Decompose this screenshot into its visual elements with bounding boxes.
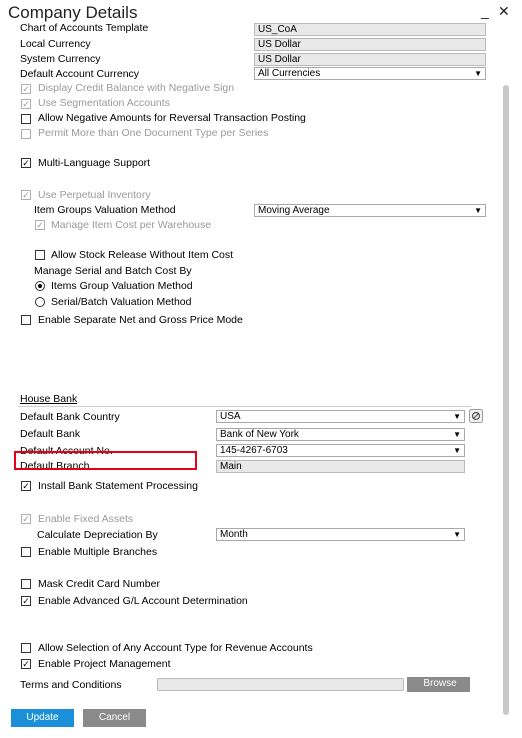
- bank-country-label: Default Bank Country: [20, 411, 120, 423]
- default-bank-select[interactable]: Bank of New York ▼: [216, 428, 465, 441]
- install-statement-label: Install Bank Statement Processing: [38, 480, 198, 492]
- coa-template-field: US_CoA: [254, 23, 486, 36]
- vertical-scrollbar[interactable]: [503, 85, 509, 715]
- items-group-radio-label: Items Group Valuation Method: [51, 280, 193, 292]
- account-no-select[interactable]: 145-4267-6703 ▼: [216, 444, 465, 457]
- chevron-down-icon: ▼: [474, 206, 482, 215]
- coa-template-label: Chart of Accounts Template: [20, 22, 149, 34]
- default-bank-value: Bank of New York: [220, 429, 299, 440]
- system-currency-label: System Currency: [20, 53, 101, 65]
- project-mgmt-label: Enable Project Management: [38, 658, 171, 670]
- window-title: Company Details: [8, 3, 138, 22]
- depreciation-select[interactable]: Month ▼: [216, 528, 465, 541]
- serial-batch-cost-label: Manage Serial and Batch Cost By: [34, 265, 192, 277]
- terms-label: Terms and Conditions: [20, 679, 122, 691]
- mask-cc-label: Mask Credit Card Number: [38, 578, 160, 590]
- allow-stock-release-label: Allow Stock Release Without Item Cost: [51, 249, 234, 261]
- use-segmentation-label: Use Segmentation Accounts: [38, 97, 170, 109]
- valuation-method-select[interactable]: Moving Average ▼: [254, 204, 486, 217]
- update-button[interactable]: Update: [11, 709, 74, 727]
- default-branch-field: Main: [216, 460, 465, 473]
- highlight-box: [14, 451, 197, 470]
- local-currency-field: US Dollar: [254, 38, 486, 51]
- bank-country-value: USA: [220, 411, 241, 422]
- mask-cc-checkbox[interactable]: [21, 579, 31, 589]
- terms-field[interactable]: [157, 678, 404, 691]
- allow-negative-amounts-label: Allow Negative Amounts for Reversal Tran…: [38, 112, 306, 124]
- valuation-method-label: Item Groups Valuation Method: [34, 204, 176, 216]
- perpetual-inventory-checkbox[interactable]: ✓: [21, 190, 31, 200]
- chevron-down-icon: ▼: [453, 530, 461, 539]
- bank-country-select[interactable]: USA ▼: [216, 410, 465, 423]
- manage-cost-per-wh-checkbox[interactable]: ✓: [35, 220, 45, 230]
- items-group-radio[interactable]: [35, 281, 45, 291]
- system-currency-field: US Dollar: [254, 53, 486, 66]
- default-bank-label: Default Bank: [20, 428, 81, 440]
- revenue-accounts-label: Allow Selection of Any Account Type for …: [38, 642, 313, 654]
- use-segmentation-checkbox[interactable]: ✓: [21, 99, 31, 109]
- default-account-currency-value: All Currencies: [258, 68, 321, 79]
- fixed-assets-label: Enable Fixed Assets: [38, 513, 134, 525]
- allow-stock-release-checkbox[interactable]: [35, 250, 45, 260]
- section-divider: [18, 406, 471, 407]
- project-mgmt-checkbox[interactable]: ✓: [21, 659, 31, 669]
- separate-net-gross-label: Enable Separate Net and Gross Price Mode: [38, 314, 243, 326]
- depreciation-label: Calculate Depreciation By: [37, 529, 158, 541]
- multiple-branches-checkbox[interactable]: [21, 547, 31, 557]
- multiple-branches-label: Enable Multiple Branches: [38, 546, 158, 558]
- display-credit-balance-checkbox[interactable]: ✓: [21, 84, 31, 94]
- local-currency-label: Local Currency: [20, 38, 91, 50]
- separate-net-gross-checkbox[interactable]: [21, 315, 31, 325]
- default-account-currency-select[interactable]: All Currencies ▼: [254, 67, 486, 80]
- install-statement-checkbox[interactable]: ✓: [21, 481, 31, 491]
- display-credit-balance-label: Display Credit Balance with Negative Sig…: [38, 82, 235, 94]
- perpetual-inventory-label: Use Perpetual Inventory: [38, 189, 151, 201]
- manage-cost-per-wh-label: Manage Item Cost per Warehouse: [51, 219, 212, 231]
- link-icon[interactable]: [469, 409, 483, 423]
- browse-button[interactable]: Browse: [407, 677, 470, 692]
- advanced-gl-label: Enable Advanced G/L Account Determinatio…: [38, 595, 248, 607]
- multi-language-checkbox[interactable]: ✓: [21, 158, 31, 168]
- chevron-down-icon: ▼: [474, 69, 482, 78]
- radio-selected-dot: [38, 284, 42, 288]
- serial-batch-radio-label: Serial/Batch Valuation Method: [51, 296, 192, 308]
- permit-doc-types-checkbox[interactable]: [21, 129, 31, 139]
- minimize-button[interactable]: _: [481, 3, 489, 19]
- depreciation-value: Month: [220, 529, 248, 540]
- allow-negative-amounts-checkbox[interactable]: [21, 114, 31, 124]
- multi-language-label: Multi-Language Support: [38, 157, 151, 169]
- account-no-value: 145-4267-6703: [220, 445, 288, 456]
- close-icon[interactable]: ✕: [498, 3, 510, 20]
- revenue-accounts-checkbox[interactable]: [21, 643, 31, 653]
- serial-batch-radio[interactable]: [35, 297, 45, 307]
- cancel-button[interactable]: Cancel: [83, 709, 146, 727]
- valuation-method-value: Moving Average: [258, 205, 330, 216]
- chevron-down-icon: ▼: [453, 430, 461, 439]
- fixed-assets-checkbox[interactable]: ✓: [21, 514, 31, 524]
- permit-doc-types-label: Permit More than One Document Type per S…: [38, 127, 269, 139]
- chevron-down-icon: ▼: [453, 412, 461, 421]
- chevron-down-icon: ▼: [453, 446, 461, 455]
- default-account-currency-label: Default Account Currency: [20, 68, 140, 80]
- house-bank-section-title: House Bank: [20, 393, 78, 405]
- advanced-gl-checkbox[interactable]: ✓: [21, 596, 31, 606]
